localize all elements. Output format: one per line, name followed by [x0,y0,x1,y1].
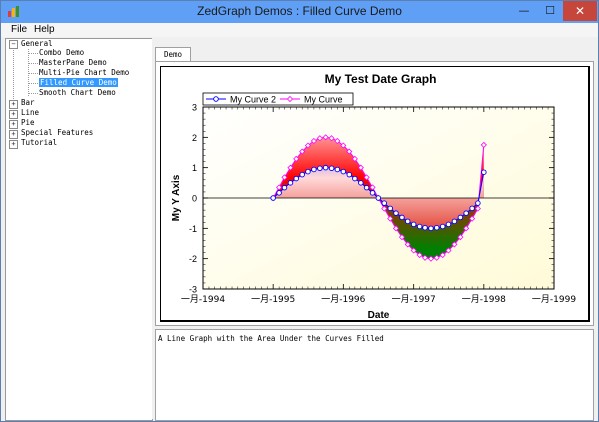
tree-line [28,53,38,54]
x-tick-label: 一月-1998 [462,294,506,305]
my-curve-2-point [305,168,311,175]
legend-label-my-curve-2: My Curve 2 [230,95,276,105]
close-button[interactable]: ✕ [563,1,597,21]
my-curve-2-point [404,218,411,225]
my-curve-2-point [387,205,393,212]
my-curve-2-point [340,168,347,175]
my-curve-2-point [393,210,399,216]
my-curve-2-point [311,166,317,173]
tree-line [28,63,38,64]
legend-label-my-curve: My Curve [304,95,343,105]
collapse-icon[interactable]: − [9,40,18,49]
my-curve-2-point [475,200,481,206]
my-curve-2-point [469,205,475,212]
my-curve-2-point [428,225,434,232]
my-curve-2-point [299,171,305,178]
x-tick-label: 一月-1999 [532,294,576,305]
my-curve-2-point [287,180,294,186]
x-tick-label: 一月-1997 [392,294,436,305]
my-curve-2-point [416,223,423,230]
title-bar[interactable]: ZedGraph Demos : Filled Curve Demo — ☐ ✕ [1,1,598,23]
tab-panel: My Test Date Graph -3 -2 -1 0 1 2 3 一月-1994 一月-19… [155,61,594,326]
x-axis-title: Date [368,310,390,320]
my-curve-2-point [399,214,405,221]
my-curve-2-point [463,210,469,216]
my-curve-2-point [281,184,288,191]
tree-node-special-features[interactable]: Special Features [21,128,93,138]
my-curve-2-point [358,180,364,186]
y-tick-label: 0 [192,194,197,204]
description-box[interactable]: A Line Graph with the Area Under the Cur… [155,329,594,421]
my-curve-2-point [276,190,282,196]
expand-icon[interactable]: + [9,130,18,139]
my-curve-2-point [451,218,458,225]
y-axis-title: My Y Axis [171,174,182,221]
tree-line [28,93,38,94]
my-curve-2-point [410,221,417,228]
vertical-splitter[interactable] [152,38,154,419]
my-curve-2-point [433,224,440,231]
my-curve-2-point [334,166,341,173]
my-curve-2-point [439,223,446,230]
tree-line [28,83,38,84]
expand-icon[interactable]: + [9,120,18,129]
my-curve-2-point [270,195,276,201]
tree-line [28,73,38,74]
my-curve-2-point [322,164,329,171]
expand-icon[interactable]: + [9,100,18,109]
y-tick-label: 3 [192,103,197,113]
tree-node-pie[interactable]: Pie [21,118,35,128]
menu-help[interactable]: Help [34,23,55,37]
tree-node-smooth-chart-demo[interactable]: Smooth Chart Demo [39,88,116,98]
tree-node-masterpane-demo[interactable]: MasterPane Demo [39,58,107,68]
my-curve-2-point [293,175,299,182]
y-tick-label: -2 [189,254,197,264]
minimize-button[interactable]: — [511,1,537,21]
demo-tree[interactable]: − General Combo Demo MasterPane Demo Mul… [5,38,153,421]
x-tick-label: 一月-1995 [251,294,295,305]
tree-node-filled-curve-demo[interactable]: Filled Curve Demo [39,78,118,88]
description-text: A Line Graph with the Area Under the Cur… [158,334,384,343]
expand-icon[interactable]: + [9,140,18,149]
x-tick-label: 一月-1994 [181,294,225,305]
menu-bar: File Help [1,23,598,37]
y-tick-label: -1 [189,224,197,234]
tree-node-tutorial[interactable]: Tutorial [21,138,57,148]
my-curve-2-point [375,195,382,201]
y-tick-label: 2 [192,133,197,143]
tab-demo[interactable]: Demo [155,47,191,62]
chart-svg: My Test Date Graph -3 -2 -1 0 1 2 3 一月-1994 一月-19… [171,72,576,320]
legend: My Curve 2 My Curve [202,92,354,106]
expand-icon[interactable]: + [9,110,18,119]
my-curve-2-point [457,214,464,221]
my-curve-2-point [346,171,353,178]
tree-node-multi-pie-demo[interactable]: Multi-Pie Chart Demo [39,68,129,78]
selected-label: Filled Curve Demo [39,78,118,87]
graph-control[interactable]: My Test Date Graph -3 -2 -1 0 1 2 3 一月-1994 一月-19… [160,66,590,322]
tree-node-combo-demo[interactable]: Combo Demo [39,48,84,58]
my-curve-2-point [445,221,452,228]
tree-node-line[interactable]: Line [21,108,39,118]
chart-title: My Test Date Graph [325,72,437,86]
y-tick-label: -3 [189,285,197,295]
my-curve-2-point [422,224,428,231]
x-tick-label: 一月-1996 [321,294,365,305]
my-curve-2-point [352,175,358,182]
my-curve-2-point [317,165,323,172]
y-tick-label: 1 [192,163,197,173]
menu-file[interactable]: File [11,23,27,37]
maximize-button[interactable]: ☐ [537,1,563,21]
legend-marker-my-curve-2 [213,96,219,102]
window-title: ZedGraph Demos : Filled Curve Demo [197,4,402,18]
tree-node-bar[interactable]: Bar [21,98,35,108]
my-curve-2-point [381,200,388,206]
my-curve-2-point [369,190,376,196]
app-window: ZedGraph Demos : Filled Curve Demo — ☐ ✕… [0,0,599,422]
my-curve-2-point [328,165,335,172]
my-curve-2-point [363,184,370,191]
my-curve-2-point [481,169,487,175]
